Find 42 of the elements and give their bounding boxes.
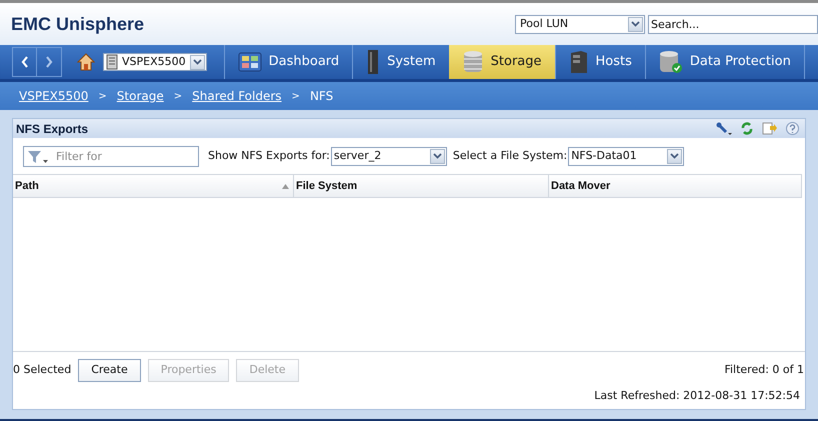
file-system-label: Select a File System: (452, 148, 568, 164)
nav-tab[interactable]: Hosts (554, 45, 645, 79)
action-button[interactable]: Create (78, 358, 141, 382)
breadcrumb-separator: > (174, 90, 182, 104)
breadcrumb-link[interactable]: Storage (116, 87, 164, 105)
wrench-icon[interactable] (716, 122, 732, 136)
filter-icon[interactable] (27, 150, 49, 164)
selected-count: 0 Selected (13, 362, 72, 378)
search-scope-dropdown[interactable]: Pool LUN (515, 14, 645, 34)
app-title: EMC Unisphere (11, 12, 144, 36)
column-header[interactable]: Path (13, 175, 294, 197)
filter-field[interactable]: Filter for (23, 146, 199, 166)
chevron-left-icon (20, 56, 28, 68)
nav-tab[interactable]: Data Protection (644, 45, 804, 79)
server-icon (568, 50, 589, 74)
nav-tab[interactable]: Storage (448, 45, 555, 79)
breadcrumb-separator: > (292, 90, 300, 104)
server-tower-icon (366, 50, 380, 74)
chevron-right-icon (45, 56, 53, 68)
disk-stack-icon (462, 50, 484, 74)
refresh-icon[interactable] (741, 122, 753, 135)
search-field[interactable]: Search... (648, 14, 818, 34)
dashboard-icon (238, 52, 262, 72)
data-mover-dropdown[interactable]: server_2 (330, 146, 447, 166)
panel-title: NFS Exports (16, 120, 88, 138)
breadcrumb-current: NFS (310, 88, 334, 105)
file-system-dropdown[interactable]: NFS-Data01 (568, 146, 684, 166)
export-icon[interactable] (762, 122, 777, 135)
nav-tab[interactable]: System (352, 45, 449, 79)
breadcrumb-separator: > (98, 90, 107, 104)
filtered-count: Filtered: 0 of 1 (724, 362, 804, 378)
help-icon[interactable] (786, 122, 799, 135)
nav-tab[interactable]: Dashboard (224, 45, 352, 79)
show-for-label: Show NFS Exports for: (208, 148, 330, 164)
last-refreshed: Last Refreshed: 2012-08-31 17:52:54 (594, 388, 800, 404)
storage-system-icon (106, 54, 118, 70)
protected-disk-icon (658, 50, 683, 74)
column-header[interactable]: Data Mover (549, 175, 802, 197)
column-header[interactable]: File System (294, 175, 549, 197)
breadcrumb-link[interactable]: Shared Folders (192, 87, 282, 105)
breadcrumb-link[interactable]: VSPEX5500 (19, 87, 88, 105)
system-dropdown[interactable]: VSPEX5500 (103, 53, 207, 71)
